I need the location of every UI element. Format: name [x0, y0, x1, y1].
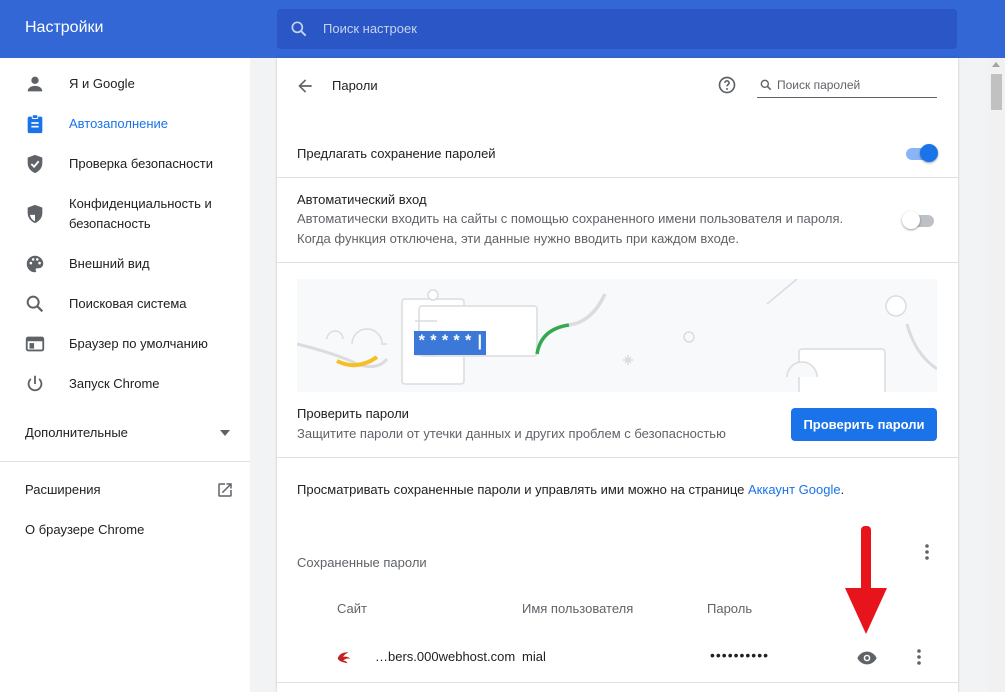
browser-window-icon [25, 336, 45, 352]
caret-down-icon [220, 430, 230, 436]
auto-signin-label: Автоматический вход [297, 192, 427, 207]
sidebar-item-label: Проверка безопасности [69, 156, 214, 171]
person-icon [27, 76, 43, 92]
sidebar-item-label: Я и Google [69, 76, 135, 91]
red-arrow-annotation [845, 526, 887, 634]
palette-icon [26, 255, 44, 273]
sidebar-item-search-engine[interactable]: Поисковая система [0, 284, 250, 324]
settings-search-input[interactable]: Поиск настроек [277, 9, 957, 49]
google-account-suffix: . [840, 482, 845, 497]
page-title: Пароли [332, 78, 378, 93]
clipboard-icon [27, 114, 43, 134]
saved-password-site[interactable]: …bers.000webhost.com [375, 649, 515, 664]
more-vert-icon[interactable] [917, 542, 937, 562]
sidebar-item-appearance[interactable]: Внешний вид [0, 244, 250, 284]
sidebar-item-label: Конфиденциальность и безопасность [69, 196, 212, 231]
password-search-input[interactable]: Поиск паролей [757, 74, 937, 98]
open-in-new-icon[interactable] [216, 481, 234, 499]
saved-passwords-title: Сохраненные пароли [297, 555, 427, 570]
sidebar-advanced-label: Дополнительные [25, 425, 128, 440]
offer-save-label: Предлагать сохранение паролей [297, 146, 496, 161]
google-account-link[interactable]: Аккаунт Google [748, 482, 841, 497]
divider [277, 457, 958, 458]
saved-password-username: mial [522, 649, 546, 664]
sidebar-item-safety-check[interactable]: Проверка безопасности [0, 144, 250, 184]
scrollbar-thumb[interactable] [991, 74, 1002, 110]
check-passwords-desc: Защитите пароли от утечки данных и други… [297, 426, 726, 441]
column-header-username: Имя пользователя [522, 601, 634, 616]
auto-signin-desc-1: Автоматически входить на сайты с помощью… [297, 211, 844, 226]
vertical-scrollbar[interactable] [988, 58, 1005, 692]
top-bar: Настройки Поиск настроек [0, 0, 1005, 58]
scroll-up-arrow-icon[interactable] [992, 62, 1000, 67]
sidebar-extensions-link[interactable]: Расширения [25, 482, 101, 497]
sidebar-item-label: Автозаполнение [69, 116, 169, 131]
sidebar-item-label: Внешний вид [69, 256, 150, 271]
sidebar-item-label: Запуск Chrome [69, 376, 160, 391]
masked-password-text: *****| [417, 333, 487, 351]
auto-signin-toggle[interactable] [902, 210, 936, 230]
app-title: Настройки [25, 19, 104, 36]
divider [277, 682, 958, 683]
auto-signin-desc-2: Когда функция отключена, эти данные нужн… [297, 231, 739, 246]
google-account-text: Просматривать сохраненные пароли и управ… [297, 482, 844, 497]
check-passwords-button[interactable]: Проверить пароли [791, 408, 937, 441]
divider [277, 262, 958, 263]
sidebar-item-on-startup[interactable]: Запуск Chrome [0, 364, 250, 404]
toggle-knob [902, 211, 920, 229]
saved-password-value: •••••••••• [710, 647, 770, 663]
password-check-illustration: *****| [297, 279, 937, 392]
search-icon [760, 79, 772, 91]
illustration-graphic [297, 279, 937, 392]
toggle-knob [920, 144, 938, 162]
sidebar-item-label: Поисковая система [69, 296, 187, 311]
sidebar-item-label: Браузер по умолчанию [69, 336, 208, 351]
sidebar-item-autofill[interactable]: Автозаполнение [0, 104, 250, 144]
sidebar-item-default-browser[interactable]: Браузер по умолчанию [0, 324, 250, 364]
back-arrow-icon[interactable] [295, 76, 315, 96]
google-account-prefix: Просматривать сохраненные пароли и управ… [297, 482, 748, 497]
more-vert-icon[interactable] [909, 647, 929, 667]
search-icon [291, 21, 307, 37]
shield-icon [27, 154, 43, 174]
sidebar-about-chrome[interactable]: О браузере Chrome [25, 522, 144, 537]
offer-save-toggle[interactable] [904, 143, 938, 163]
check-passwords-label: Проверить пароли [297, 406, 409, 421]
sidebar: Я и Google Автозаполнение Проверка безоп… [0, 58, 250, 692]
power-icon [27, 375, 43, 392]
help-icon[interactable] [717, 75, 737, 95]
column-header-site: Сайт [337, 601, 367, 616]
divider [277, 177, 958, 178]
shield-half-icon [27, 204, 43, 224]
search-icon [26, 295, 44, 313]
site-favicon-icon [337, 652, 351, 664]
settings-search-placeholder: Поиск настроек [323, 21, 417, 36]
sidebar-advanced-toggle[interactable]: Дополнительные [0, 413, 250, 453]
sidebar-divider [0, 461, 250, 462]
show-password-eye-icon[interactable] [856, 647, 878, 669]
column-header-password: Пароль [707, 601, 753, 616]
password-search-placeholder: Поиск паролей [777, 78, 861, 92]
sidebar-item-privacy[interactable]: Конфиденциальность и безопасность [0, 184, 250, 244]
sidebar-item-you-and-google[interactable]: Я и Google [0, 64, 250, 104]
